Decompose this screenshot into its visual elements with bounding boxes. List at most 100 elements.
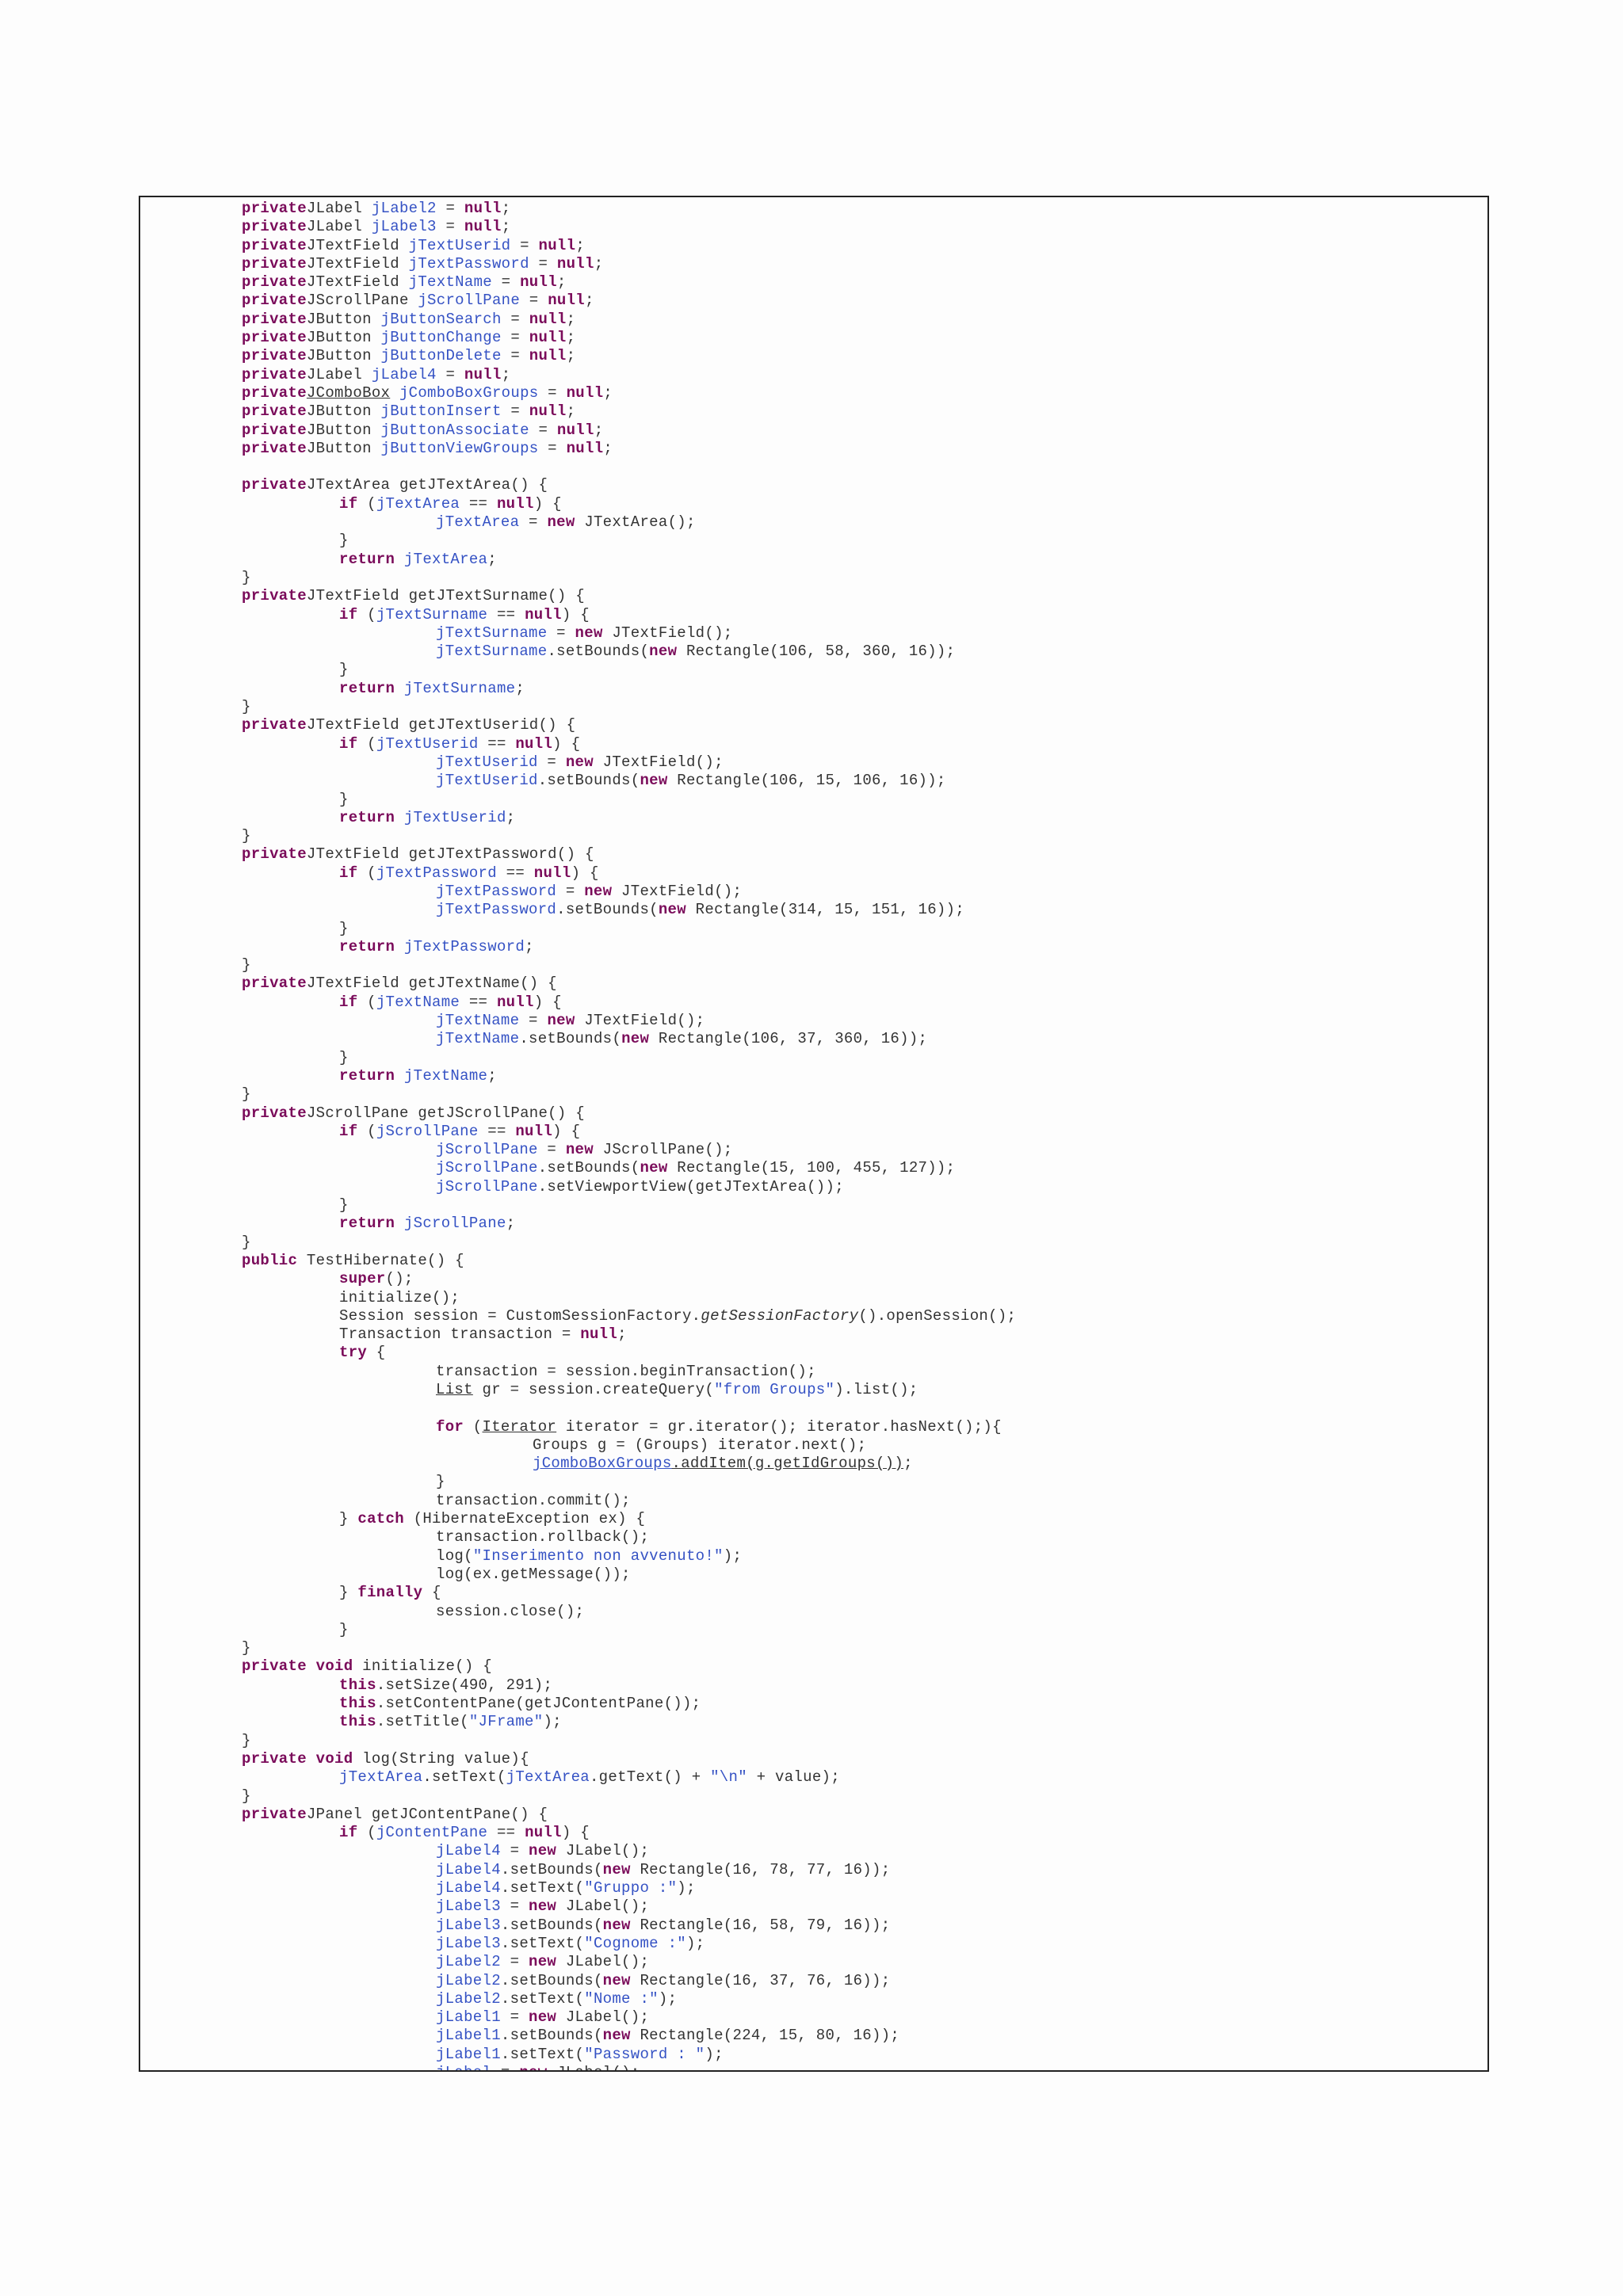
code-token: return [339,1215,395,1233]
code-token: } [339,1620,349,1638]
code-token: "\n" [710,1768,747,1787]
code-token: if [339,734,358,753]
code-token: ; [566,310,576,328]
code-token: == [496,864,534,882]
code-token: if [339,494,358,513]
code-line: jLabel3.setBounds(new Rectangle(16, 58, … [140,1917,1487,1935]
code-token: ; [487,550,497,568]
code-line: privateJTextField getJTextName() { [140,974,1487,993]
code-token: jScrollPane [418,292,521,310]
code-token: new [602,1971,631,1989]
code-line: return jTextArea; [140,551,1487,569]
code-line: jLabel3.setText("Cognome :"); [140,1935,1487,1953]
code-line: } [140,1732,1487,1750]
code-line: return jTextPassword; [140,938,1487,956]
code-token: == [460,494,497,513]
code-line: privateJButton jButtonChange = null; [140,329,1487,347]
code-token: } [242,956,251,974]
code-token: new [658,901,686,919]
code-line: } [140,569,1487,587]
code-token: jLabel3 [436,1916,501,1934]
code-line: if (jTextArea == null) { [140,495,1487,513]
code-line: log(ex.getMessage()); [140,1566,1487,1584]
code-line: jScrollPane = new JScrollPane(); [140,1141,1487,1159]
code-token: jButtonInsert [380,402,502,421]
code-token: return [339,1066,395,1085]
code-token: (); [385,1270,414,1288]
code-token: super [339,1270,386,1288]
code-token: this [339,1676,376,1694]
code-token: ; [506,1215,516,1233]
code-token: } [339,532,349,550]
code-token: JTextField [306,254,409,273]
code-line: privateJButton jButtonViewGroups = null; [140,440,1487,458]
code-token: return [339,679,395,697]
code-token: private [242,273,307,292]
code-line: } [140,956,1487,974]
code-token: Rectangle(16, 58, 79, 16)); [630,1916,891,1934]
code-line: return jTextSurname; [140,680,1487,698]
code-token: ; [617,1325,627,1344]
code-token: ; [515,679,525,697]
code-token: ; [501,200,511,217]
code-token: new [584,882,613,900]
code-line: jLabel1 = new JLabel(); [140,2008,1487,2027]
code-token: void [315,1749,353,1768]
code-line: return jTextName; [140,1067,1487,1085]
code-token: ; [506,808,516,826]
code-line: privateJTextField jTextName = null; [140,273,1487,292]
code-line: } [140,1234,1487,1252]
code-listing: privateJLabel jLabel2 = null; privateJLab… [140,200,1487,2070]
code-token: Rectangle(106, 15, 106, 16)); [667,772,946,790]
code-line: Groups g = (Groups) iterator.next(); [140,1436,1487,1455]
code-token: "Cognome :" [584,1934,686,1952]
code-line: if (jTextUserid == null) { [140,735,1487,753]
code-token: Rectangle(224, 15, 80, 16)); [630,2027,900,2045]
code-line: } [140,661,1487,679]
code-line: jLabel1.setBounds(new Rectangle(224, 15,… [140,2027,1487,2045]
code-token: finally [357,1584,423,1602]
code-token: .setContentPane(getJContentPane()); [376,1695,701,1713]
code-token: = [520,292,548,310]
code-line: privateJTextField getJTextSurname() { [140,587,1487,605]
code-token: ) { [571,864,599,882]
code-token: ; [501,218,511,236]
code-token: = [510,236,539,254]
code-token: = [501,310,529,328]
code-token: = [501,347,529,365]
code-token: jTextPassword [408,254,529,273]
code-token: JTextField getJTextName() { [306,974,557,993]
code-token: } [242,1085,251,1104]
code-token: "Gruppo :" [584,1879,678,1897]
code-token: return [339,550,395,568]
code-token: ( [357,734,376,753]
code-token: ) { [561,605,590,624]
code-token: null [496,993,534,1011]
code-token: .setText( [422,1768,506,1787]
code-token: = [538,383,567,402]
code-line: Session session = CustomSessionFactory.g… [140,1307,1487,1325]
code-token: ).list(); [834,1381,918,1398]
code-token: Rectangle(106, 58, 360, 16)); [677,643,956,661]
code-token: null [529,310,567,328]
code-token: transaction.commit(); [436,1491,631,1509]
code-token: if [339,1122,358,1140]
code-token: ); [685,1934,705,1952]
code-token: jLabel3 [436,1934,501,1952]
code-token: null [515,734,553,753]
code-token: new [565,753,594,771]
code-token: JLabel(); [556,2008,650,2027]
code-line: } catch (HibernateException ex) { [140,1510,1487,1528]
code-token: new [640,772,668,790]
code-token: jTextName [408,273,492,292]
code-token: null [496,494,534,513]
code-token: = [519,1012,548,1030]
code-token: private [242,365,307,383]
code-token: null [533,864,571,882]
code-line: if (jContentPane == null) { [140,1824,1487,1842]
code-token: .addItem(g.getIdGroups()) [671,1455,904,1473]
code-token: "JFrame" [468,1713,544,1731]
code-line: if (jScrollPane == null) { [140,1123,1487,1141]
code-line: initialize(); [140,1289,1487,1307]
